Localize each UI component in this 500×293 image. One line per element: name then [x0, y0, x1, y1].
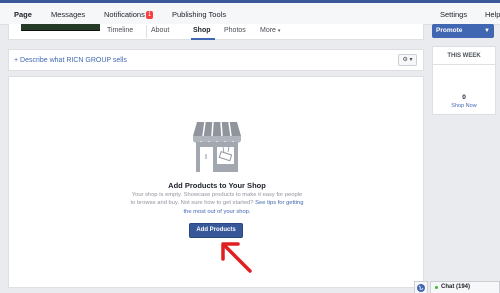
caret-down-icon: ▼ — [484, 28, 490, 34]
shop-settings-button[interactable]: ⚙ ▾ — [398, 54, 417, 66]
shop-main-panel: Add Products to Your Shop Your shop is e… — [8, 76, 424, 288]
admin-tab-page[interactable]: Page — [14, 10, 32, 19]
chat-bar[interactable]: Chat (194) — [430, 281, 500, 293]
caret-down-icon: ▾ — [409, 57, 413, 63]
admin-tab-publishing-tools[interactable]: Publishing Tools — [172, 10, 226, 19]
describe-shop-link[interactable]: + Describe what RICN GROUP sells — [14, 57, 127, 64]
caret-down-icon: ▾ — [277, 28, 281, 34]
shop-now-count: 0 — [462, 94, 466, 101]
red-arrow-annotation — [221, 242, 252, 273]
this-week-title: THIS WEEK — [447, 53, 481, 59]
gear-icon: ⚙ — [402, 57, 408, 63]
page-tabs-bar: Timeline About Shop Photos More ▾ — [8, 24, 424, 40]
active-tab-underline — [191, 38, 215, 40]
chat-label: Chat (194) — [441, 284, 471, 290]
promote-button[interactable]: Promote ▼ — [432, 24, 494, 38]
globe-button[interactable] — [414, 281, 428, 293]
empty-shop-description: Your shop is empty. Showcase products to… — [129, 191, 305, 216]
storefront-icon — [193, 121, 241, 172]
right-column: Promote ▼ THIS WEEK 0 Shop Now — [429, 24, 500, 293]
this-week-card: THIS WEEK 0 Shop Now — [432, 46, 496, 115]
notifications-label: Notifications — [104, 10, 145, 19]
describe-shop-bar: + Describe what RICN GROUP sells ⚙ ▾ — [8, 49, 424, 71]
tab-timeline[interactable]: Timeline — [107, 27, 133, 34]
empty-shop-title: Add Products to Your Shop — [168, 181, 266, 190]
tab-more-label: More — [260, 27, 276, 34]
online-status-icon — [435, 286, 438, 289]
promote-label: Promote — [436, 27, 463, 34]
page-admin-bar: Page Messages Notifications 1 Publishing … — [0, 3, 500, 25]
admin-tab-help[interactable]: Help — [485, 10, 500, 19]
tab-photos[interactable]: Photos — [224, 27, 246, 34]
add-products-button[interactable]: Add Products — [189, 223, 243, 238]
globe-icon — [417, 284, 425, 292]
tab-more[interactable]: More ▾ — [260, 27, 280, 34]
notifications-badge: 1 — [145, 11, 154, 19]
admin-tab-settings[interactable]: Settings — [440, 10, 467, 19]
tab-shop[interactable]: Shop — [193, 27, 211, 34]
cover-photo-edge — [21, 24, 100, 31]
admin-tab-notifications[interactable]: Notifications 1 — [104, 10, 154, 19]
tab-divider — [146, 25, 147, 38]
shop-now-label[interactable]: Shop Now — [433, 103, 495, 109]
card-divider — [433, 64, 495, 65]
tab-about[interactable]: About — [151, 27, 169, 34]
admin-tab-messages[interactable]: Messages — [51, 10, 85, 19]
